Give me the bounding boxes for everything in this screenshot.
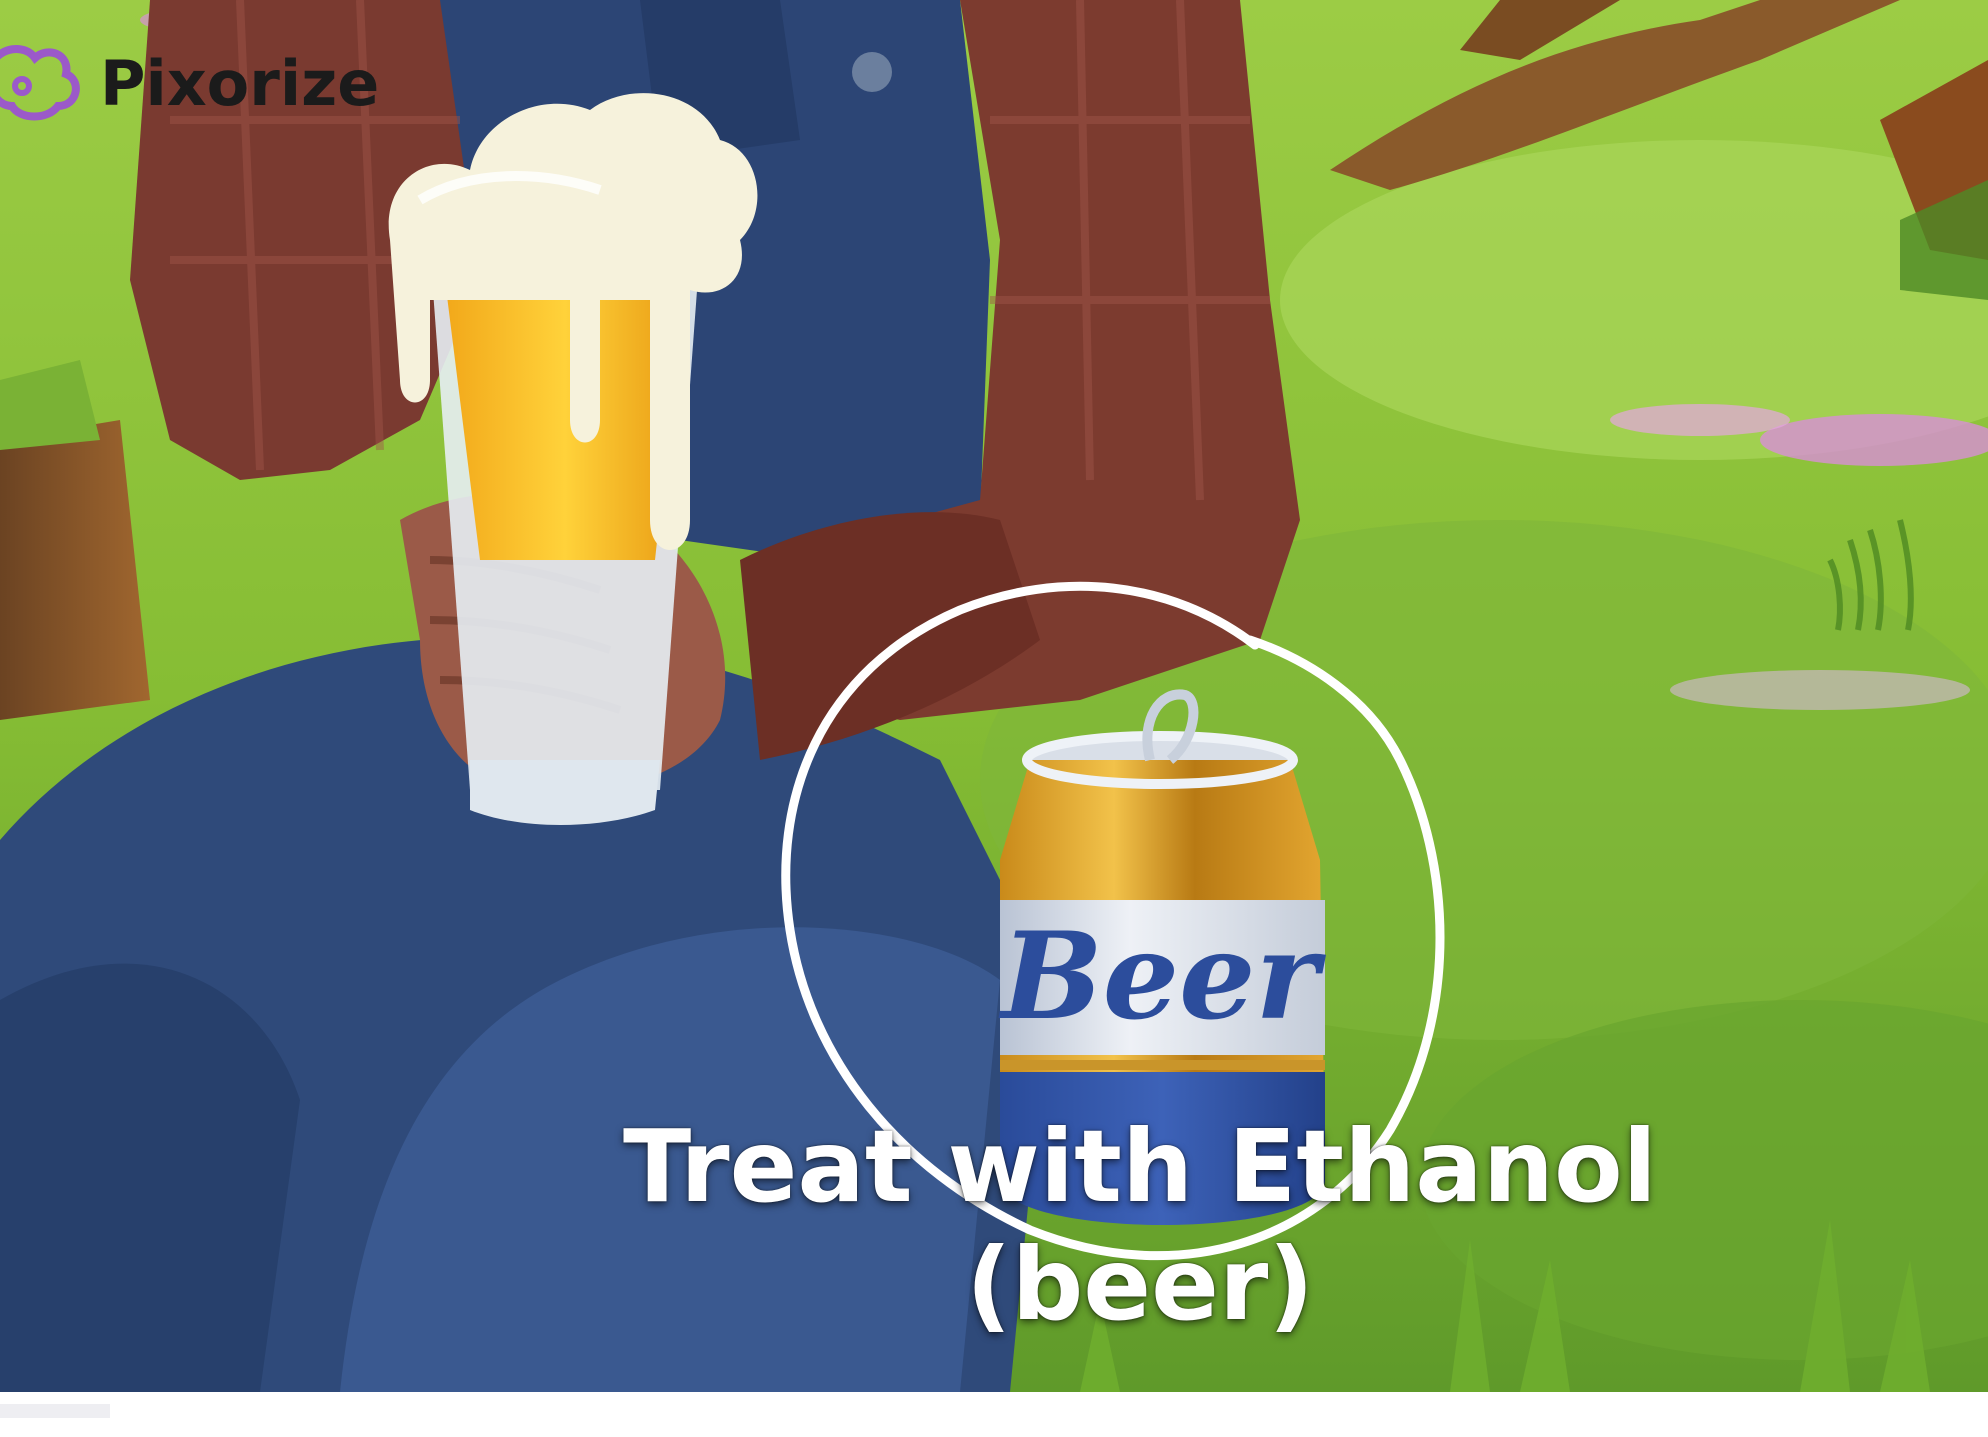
video-frame: Beer Pixorize Treat with Ethanol (beer) [0, 0, 1988, 1437]
pixorize-cloud-logo-icon [0, 36, 90, 130]
subtitle-caption: Treat with Ethanol (beer) [560, 1108, 1720, 1344]
brand-name: Pixorize [100, 46, 380, 120]
bottom-bar-chip [0, 1404, 110, 1418]
caption-line-1: Treat with Ethanol [623, 1108, 1657, 1225]
bottom-bar [0, 1392, 1988, 1437]
caption-line-2: (beer) [966, 1226, 1314, 1343]
can-label: Beer [998, 906, 1326, 1047]
brand-logo: Pixorize [0, 38, 379, 128]
